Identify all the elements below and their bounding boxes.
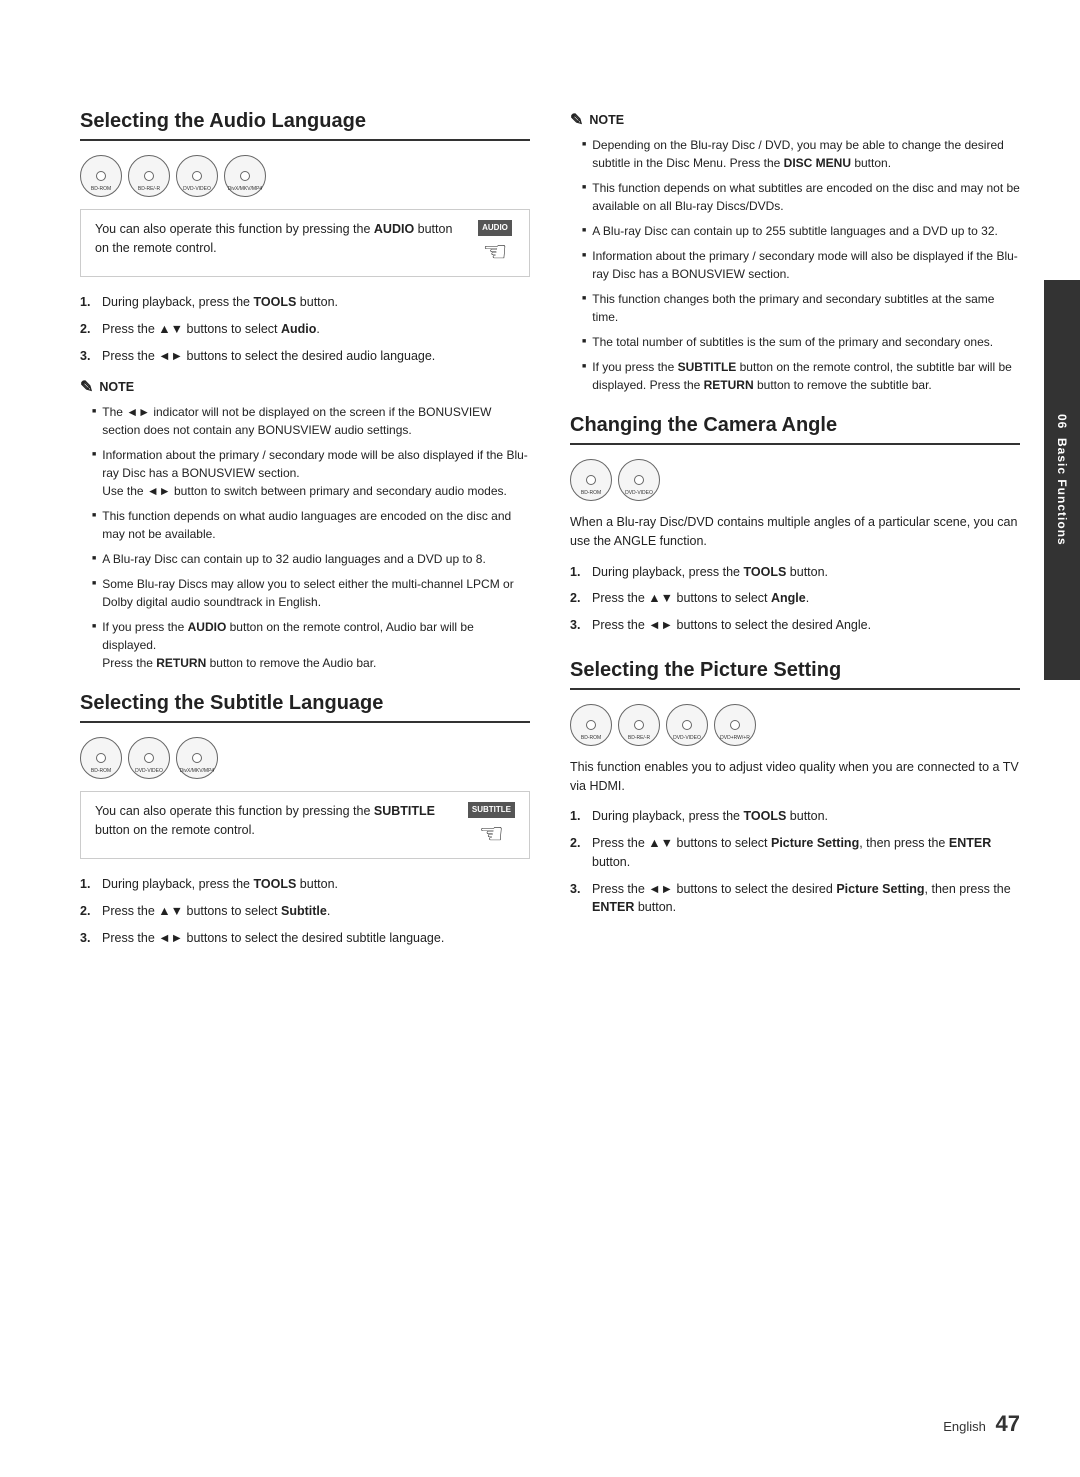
camera-step-2: 2. Press the ▲▼ buttons to select Angle. xyxy=(570,589,1020,608)
disc-icon-bdrer: BD-RE/-R xyxy=(128,155,170,197)
right-note-6: The total number of subtitles is the sum… xyxy=(582,333,1020,351)
note-label-right: NOTE xyxy=(589,113,624,127)
picture-step-1: 1. During playback, press the TOOLS butt… xyxy=(570,807,1020,826)
right-note-5: This function changes both the primary a… xyxy=(582,290,1020,326)
audio-step-2: 2. Press the ▲▼ buttons to select Audio. xyxy=(80,320,530,339)
side-tab: 06 Basic Functions xyxy=(1044,280,1080,680)
picture-setting-section: Selecting the Picture Setting BD-ROM BD-… xyxy=(570,659,1020,917)
subtitle-step-2: 2. Press the ▲▼ buttons to select Subtit… xyxy=(80,902,530,921)
audio-info-text: You can also operate this function by pr… xyxy=(95,222,452,255)
camera-step-1: 1. During playback, press the TOOLS butt… xyxy=(570,563,1020,582)
subtitle-language-title: Selecting the Subtitle Language xyxy=(80,692,530,723)
subtitle-hand-icon: ☜ xyxy=(479,820,504,848)
right-note-2: This function depends on what subtitles … xyxy=(582,179,1020,215)
page-number: 47 xyxy=(996,1411,1020,1436)
audio-remote-icon: AUDIO ☜ xyxy=(475,220,515,266)
audio-language-section: Selecting the Audio Language BD-ROM BD-R… xyxy=(80,110,530,672)
camera-step-3: 3. Press the ◄► buttons to select the de… xyxy=(570,616,1020,635)
audio-note-1: The ◄► indicator will not be displayed o… xyxy=(92,403,530,439)
note-icon-right: ✎ xyxy=(570,110,583,130)
note-label-audio: NOTE xyxy=(99,380,134,394)
camera-angle-section: Changing the Camera Angle BD-ROM DVD-VID… xyxy=(570,414,1020,635)
camera-angle-title: Changing the Camera Angle xyxy=(570,414,1020,445)
audio-note-6: If you press the AUDIO button on the rem… xyxy=(92,618,530,672)
picture-disc-bdrer: BD-RE/-R xyxy=(618,704,660,746)
right-note-1: Depending on the Blu-ray Disc / DVD, you… xyxy=(582,136,1020,172)
audio-language-title: Selecting the Audio Language xyxy=(80,110,530,141)
right-column: ✎ NOTE Depending on the Blu-ray Disc / D… xyxy=(570,110,1020,1367)
audio-hand-icon: ☜ xyxy=(482,238,507,266)
subtitle-disc-bdrom: BD-ROM xyxy=(80,737,122,779)
audio-notes: ✎ NOTE The ◄► indicator will not be disp… xyxy=(80,377,530,672)
disc-icon-divx: DivX/MKV/MP4 xyxy=(224,155,266,197)
right-subtitle-notes: ✎ NOTE Depending on the Blu-ray Disc / D… xyxy=(570,110,1020,394)
subtitle-disc-dvd: DVD-VIDEO xyxy=(128,737,170,779)
picture-disc-icons: BD-ROM BD-RE/-R DVD-VIDEO DVD+RW/+R xyxy=(570,704,1020,746)
subtitle-remote-icon: SUBTITLE ☜ xyxy=(468,802,515,848)
audio-disc-icons: BD-ROM BD-RE/-R DVD-VIDEO DivX/MKV/MP4 xyxy=(80,155,530,197)
camera-disc-bdrom: BD-ROM xyxy=(570,459,612,501)
audio-steps: 1. During playback, press the TOOLS butt… xyxy=(80,293,530,365)
picture-disc-dvdrw: DVD+RW/+R xyxy=(714,704,756,746)
picture-steps: 1. During playback, press the TOOLS butt… xyxy=(570,807,1020,917)
note-icon-audio: ✎ xyxy=(80,377,93,397)
audio-step-1: 1. During playback, press the TOOLS butt… xyxy=(80,293,530,312)
chapter-number: 06 xyxy=(1055,414,1069,429)
subtitle-disc-divx: DivX/MKV/MP4 xyxy=(176,737,218,779)
picture-disc-bdrom: BD-ROM xyxy=(570,704,612,746)
right-note-3: A Blu-ray Disc can contain up to 255 sub… xyxy=(582,222,1020,240)
audio-note-5: Some Blu-ray Discs may allow you to sele… xyxy=(92,575,530,611)
audio-button-label: AUDIO xyxy=(478,220,512,236)
picture-disc-dvd: DVD-VIDEO xyxy=(666,704,708,746)
subtitle-language-section: Selecting the Subtitle Language BD-ROM D… xyxy=(80,692,530,947)
subtitle-info-text: You can also operate this function by pr… xyxy=(95,804,435,837)
page-language: English xyxy=(943,1419,986,1434)
audio-info-box: You can also operate this function by pr… xyxy=(80,209,530,277)
picture-intro: This function enables you to adjust vide… xyxy=(570,758,1020,796)
disc-icon-dvdvideo: DVD-VIDEO xyxy=(176,155,218,197)
subtitle-info-box: You can also operate this function by pr… xyxy=(80,791,530,859)
camera-disc-dvd: DVD-VIDEO xyxy=(618,459,660,501)
audio-note-3: This function depends on what audio lang… xyxy=(92,507,530,543)
subtitle-disc-icons: BD-ROM DVD-VIDEO DivX/MKV/MP4 xyxy=(80,737,530,779)
left-column: Selecting the Audio Language BD-ROM BD-R… xyxy=(80,110,530,1367)
audio-note-4: A Blu-ray Disc can contain up to 32 audi… xyxy=(92,550,530,568)
subtitle-step-3: 3. Press the ◄► buttons to select the de… xyxy=(80,929,530,948)
picture-setting-title: Selecting the Picture Setting xyxy=(570,659,1020,690)
page-number-area: English 47 xyxy=(943,1411,1020,1437)
picture-step-3: 3. Press the ◄► buttons to select the de… xyxy=(570,880,1020,918)
audio-note-2: Information about the primary / secondar… xyxy=(92,446,530,500)
subtitle-button-label: SUBTITLE xyxy=(468,802,515,818)
disc-icon-bdrom: BD-ROM xyxy=(80,155,122,197)
right-note-7: If you press the SUBTITLE button on the … xyxy=(582,358,1020,394)
subtitle-step-1: 1. During playback, press the TOOLS butt… xyxy=(80,875,530,894)
right-note-4: Information about the primary / secondar… xyxy=(582,247,1020,283)
camera-intro: When a Blu-ray Disc/DVD contains multipl… xyxy=(570,513,1020,551)
camera-disc-icons: BD-ROM DVD-VIDEO xyxy=(570,459,1020,501)
audio-step-3: 3. Press the ◄► buttons to select the de… xyxy=(80,347,530,366)
picture-step-2: 2. Press the ▲▼ buttons to select Pictur… xyxy=(570,834,1020,872)
subtitle-steps: 1. During playback, press the TOOLS butt… xyxy=(80,875,530,947)
side-tab-label: Basic Functions xyxy=(1055,438,1069,546)
camera-steps: 1. During playback, press the TOOLS butt… xyxy=(570,563,1020,635)
